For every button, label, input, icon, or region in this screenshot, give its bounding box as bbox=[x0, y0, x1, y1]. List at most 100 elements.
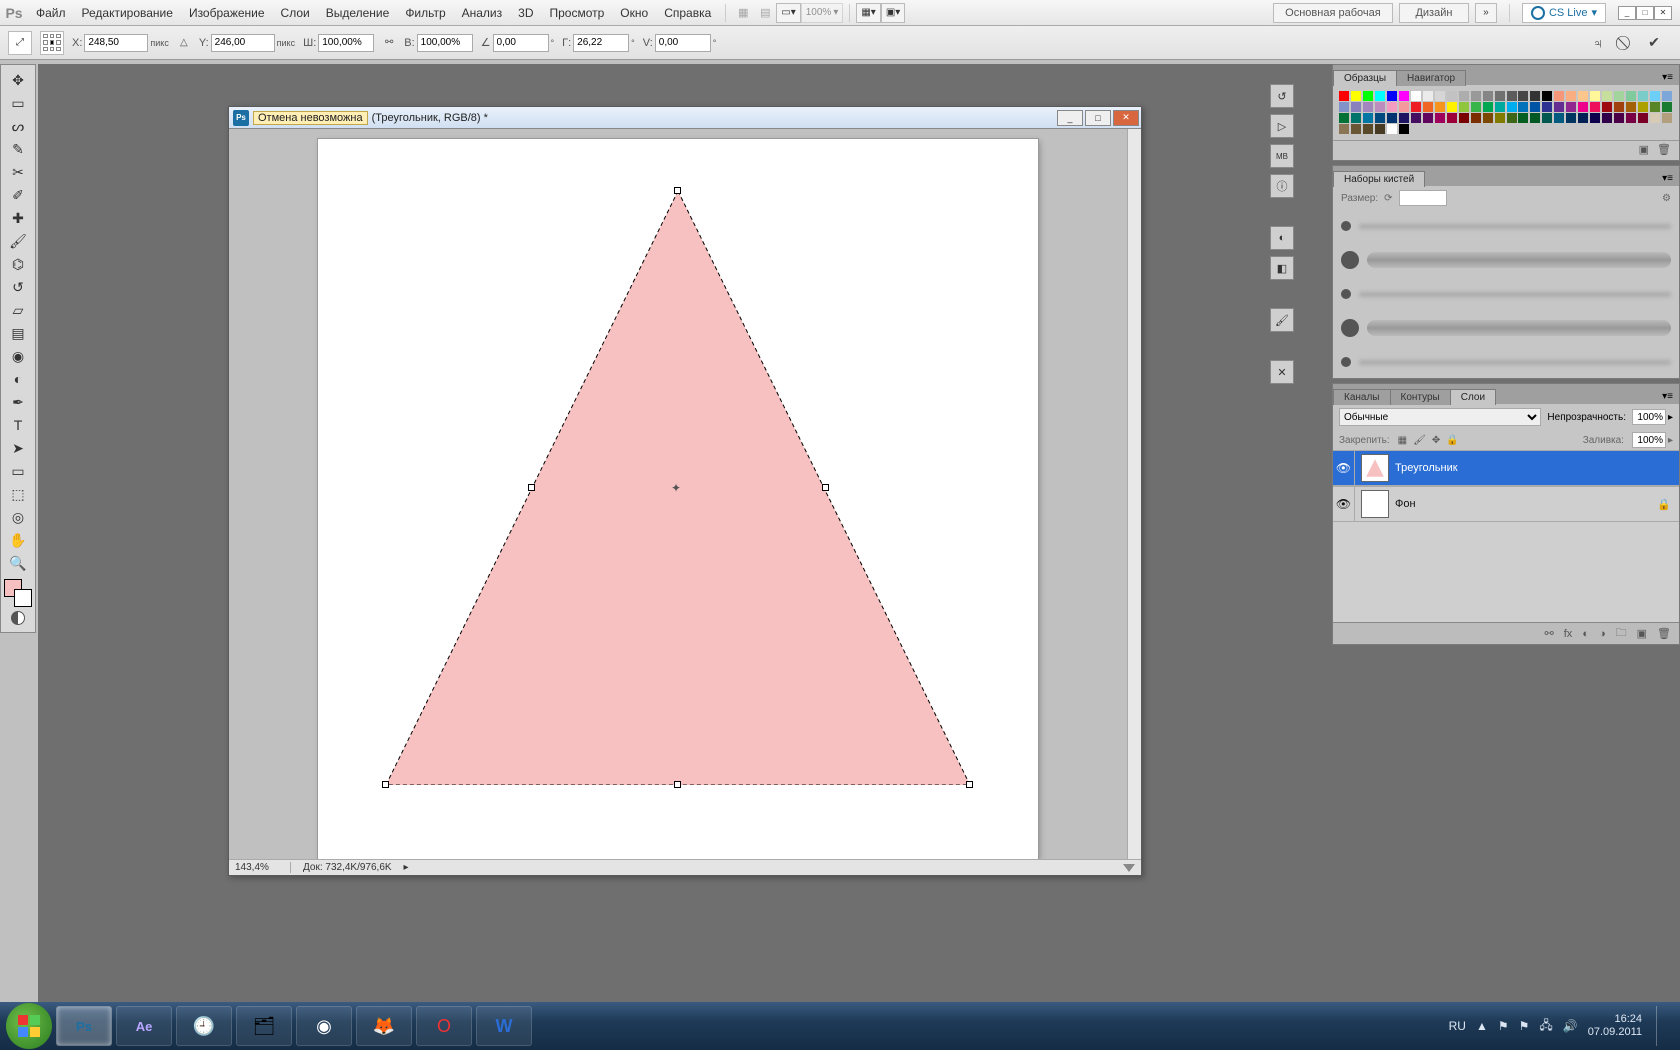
menu-edit[interactable]: Редактирование bbox=[74, 0, 181, 26]
swatch-cell[interactable] bbox=[1578, 91, 1588, 101]
swatch-cell[interactable] bbox=[1650, 113, 1660, 123]
view-extras-dropdown[interactable]: ▭▾ bbox=[776, 3, 800, 23]
3d-camera-tool[interactable]: ◎ bbox=[4, 506, 32, 528]
triangle-shape[interactable]: ✦ bbox=[386, 191, 970, 785]
healing-tool[interactable]: ✚ bbox=[4, 207, 32, 229]
layer-name[interactable]: Треугольник bbox=[1395, 462, 1458, 474]
zoom-readout[interactable]: 143,4% bbox=[235, 862, 291, 873]
swatch-cell[interactable] bbox=[1339, 124, 1349, 134]
layer-thumbnail[interactable] bbox=[1361, 454, 1389, 482]
quick-select-tool[interactable]: ✎ bbox=[4, 138, 32, 160]
swatch-cell[interactable] bbox=[1351, 124, 1361, 134]
swatch-cell[interactable] bbox=[1387, 91, 1397, 101]
taskbar-photoshop[interactable]: Ps bbox=[56, 1006, 112, 1046]
swatch-cell[interactable] bbox=[1542, 91, 1552, 101]
swatch-cell[interactable] bbox=[1483, 102, 1493, 112]
swatch-cell[interactable] bbox=[1387, 102, 1397, 112]
transform-handle-n[interactable] bbox=[674, 187, 681, 194]
zoom-tool[interactable]: 🔍 bbox=[4, 552, 32, 574]
menu-image[interactable]: Изображение bbox=[181, 0, 273, 26]
statusbar-menu-icon[interactable]: ▸ bbox=[404, 862, 409, 873]
swatch-cell[interactable] bbox=[1351, 113, 1361, 123]
swatch-cell[interactable] bbox=[1566, 102, 1576, 112]
tray-clock[interactable]: 16:24 07.09.2011 bbox=[1588, 1013, 1642, 1039]
swatch-cell[interactable] bbox=[1626, 113, 1636, 123]
doc-close-button[interactable]: ✕ bbox=[1113, 110, 1139, 126]
swatch-cell[interactable] bbox=[1602, 91, 1612, 101]
transform-handle-e[interactable] bbox=[822, 484, 829, 491]
swatch-cell[interactable] bbox=[1399, 113, 1409, 123]
menu-analysis[interactable]: Анализ bbox=[454, 0, 511, 26]
tab-navigator[interactable]: Навигатор bbox=[1396, 70, 1466, 86]
swatch-cell[interactable] bbox=[1459, 113, 1469, 123]
workspace-essentials-button[interactable]: Основная рабочая среда bbox=[1273, 3, 1393, 23]
shape-tool[interactable]: ▭ bbox=[4, 460, 32, 482]
tray-flag-icon[interactable]: ⚑ bbox=[1498, 1019, 1509, 1033]
layer-visibility-icon[interactable]: 👁 bbox=[1333, 486, 1355, 522]
swatch-cell[interactable] bbox=[1662, 91, 1672, 101]
taskbar-word[interactable]: W bbox=[476, 1006, 532, 1046]
swatch-cell[interactable] bbox=[1542, 102, 1552, 112]
swatch-cell[interactable] bbox=[1542, 113, 1552, 123]
brushes-panel-menu-icon[interactable]: ▾≡ bbox=[1656, 171, 1679, 186]
link-wh-icon[interactable]: ⚯ bbox=[382, 34, 396, 52]
swatch-cell[interactable] bbox=[1554, 102, 1564, 112]
layer-row-background[interactable]: 👁 Фон 🔒 bbox=[1333, 486, 1679, 522]
swatch-cell[interactable] bbox=[1363, 124, 1373, 134]
launch-minibrowser-icon[interactable]: ▤ bbox=[754, 3, 776, 23]
swatch-cell[interactable] bbox=[1638, 91, 1648, 101]
brush-tool[interactable]: 🖌 bbox=[4, 230, 32, 252]
workspace-more-button[interactable]: » bbox=[1475, 3, 1497, 23]
swatch-cell[interactable] bbox=[1614, 91, 1624, 101]
swatch-cell[interactable] bbox=[1554, 113, 1564, 123]
tray-up-icon[interactable]: ▲ bbox=[1476, 1019, 1488, 1033]
tray-lang[interactable]: RU bbox=[1449, 1019, 1466, 1033]
taskbar-firefox[interactable]: 🦊 bbox=[356, 1006, 412, 1046]
swatch-cell[interactable] bbox=[1566, 91, 1576, 101]
tray-network-icon[interactable]: 🖧 bbox=[1539, 1016, 1552, 1037]
group-icon[interactable]: 🗀 bbox=[1616, 624, 1627, 643]
tab-brushes[interactable]: Наборы кистей bbox=[1333, 171, 1425, 187]
crop-tool[interactable]: ✂ bbox=[4, 161, 32, 183]
canvas-viewport[interactable]: ✦ bbox=[229, 129, 1127, 859]
reference-point-picker[interactable] bbox=[40, 31, 64, 55]
swatches-panel-menu-icon[interactable]: ▾≡ bbox=[1656, 70, 1679, 85]
show-desktop-button[interactable] bbox=[1656, 1006, 1668, 1046]
swatch-cell[interactable] bbox=[1518, 91, 1528, 101]
swatch-cell[interactable] bbox=[1339, 102, 1349, 112]
commit-transform-button[interactable]: ✔ bbox=[1644, 33, 1664, 53]
mb-icon[interactable]: MB bbox=[1270, 144, 1294, 168]
info-panel-icon[interactable]: ⓘ bbox=[1270, 174, 1294, 198]
swatch-cell[interactable] bbox=[1471, 91, 1481, 101]
doc-minimize-button[interactable]: _ bbox=[1057, 110, 1083, 126]
screen-mode-dropdown[interactable]: ▣▾ bbox=[881, 3, 905, 23]
swatch-cell[interactable] bbox=[1435, 91, 1445, 101]
document-titlebar[interactable]: Ps Отмена невозможна (Треугольник, RGB/8… bbox=[229, 107, 1141, 129]
layer-row-triangle[interactable]: 👁 Треугольник bbox=[1333, 450, 1679, 486]
swatch-cell[interactable] bbox=[1351, 102, 1361, 112]
color-panel-icon[interactable]: ◐ bbox=[1270, 226, 1294, 250]
new-layer-icon[interactable]: ▣ bbox=[1637, 627, 1647, 640]
layer-name[interactable]: Фон bbox=[1395, 498, 1416, 510]
swatch-cell[interactable] bbox=[1387, 113, 1397, 123]
swatch-cell[interactable] bbox=[1423, 113, 1433, 123]
3d-tool[interactable]: ⬚ bbox=[4, 483, 32, 505]
stamp-tool[interactable]: ⌬ bbox=[4, 253, 32, 275]
brush-options-icon[interactable]: ⚙ bbox=[1662, 193, 1671, 204]
swatch-cell[interactable] bbox=[1375, 124, 1385, 134]
swatch-cell[interactable] bbox=[1554, 91, 1564, 101]
brush-list[interactable] bbox=[1333, 210, 1679, 378]
color-swatches[interactable] bbox=[4, 579, 32, 607]
transform-handle-sw[interactable] bbox=[382, 781, 389, 788]
blend-mode-select[interactable]: Обычные bbox=[1339, 408, 1541, 426]
refresh-icon[interactable]: ⟳ bbox=[1384, 193, 1392, 204]
tab-layers[interactable]: Слои bbox=[1450, 389, 1496, 405]
arrange-docs-dropdown[interactable]: ▦▾ bbox=[856, 3, 880, 23]
swatch-cell[interactable] bbox=[1399, 102, 1409, 112]
swatch-cell[interactable] bbox=[1411, 91, 1421, 101]
swatch-cell[interactable] bbox=[1626, 91, 1636, 101]
swatch-cell[interactable] bbox=[1530, 102, 1540, 112]
swatch-cell[interactable] bbox=[1518, 102, 1528, 112]
swatch-cell[interactable] bbox=[1363, 102, 1373, 112]
tab-swatches[interactable]: Образцы bbox=[1333, 70, 1397, 86]
